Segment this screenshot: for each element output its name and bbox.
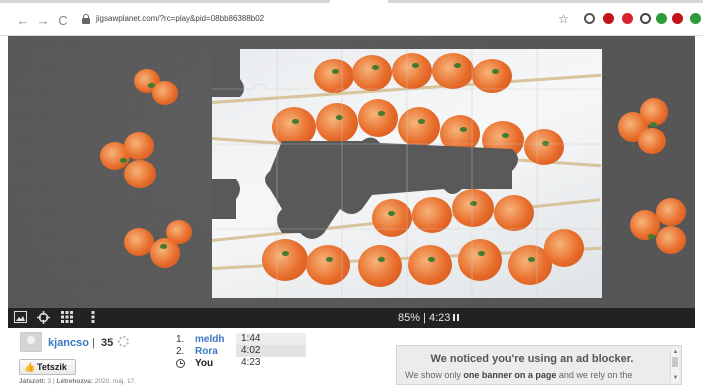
more-icon[interactable] [86,311,100,325]
leaderboard-name[interactable]: Rora [195,346,218,357]
game-toolbar: 85% | 4:23 [8,308,695,328]
notice-body-text-end: and we rely on the [556,370,633,380]
extension-icon[interactable] [640,13,651,24]
leaderboard-name: You [195,358,214,369]
separator: | [92,337,95,349]
scroll-down-icon[interactable]: ▼ [671,375,680,382]
lock-icon [82,14,90,24]
created-value: 2020. máj. 17. [94,378,136,385]
puzzle-piece[interactable] [128,63,184,113]
leaderboard-time: 4:02 [236,345,306,357]
extension-icon[interactable] [622,13,633,24]
puzzle-piece[interactable] [626,194,692,258]
leaderboard-rank: 1. [176,334,185,345]
extension-icon[interactable] [656,13,667,24]
extension-icon[interactable] [690,13,701,24]
adblock-notice: We noticed you're using an ad blocker. W… [396,345,682,385]
leaderboard-name[interactable]: meldh [195,334,224,345]
tab-strip [0,0,703,4]
address-bar[interactable]: jigsawplanet.com/?rc=play&pid=08bb86388b… [80,11,550,31]
notice-body-bold: one banner on a page [463,370,557,380]
puzzle-piece[interactable] [120,218,196,278]
progress-timer: 85% | 4:23 [398,312,460,324]
puzzle-piece[interactable] [614,92,674,158]
played-value: 3 [47,378,52,385]
played-label: Játszott: [19,378,46,385]
gear-icon [118,336,129,347]
tab-active-indicator [0,0,330,3]
notice-scrollbar[interactable]: ▲ ▼ [670,349,679,382]
puzzle-image[interactable] [212,49,602,298]
url-text: jigsawplanet.com/?rc=play&pid=08bb86388b… [96,14,265,23]
extension-icon[interactable] [584,13,595,24]
leaderboard-time: 4:23 [241,357,261,368]
grid-icon[interactable] [60,311,74,325]
browser-toolbar: ← → C jigsawplanet.com/?rc=play&pid=08bb… [0,0,703,36]
leaderboard-time: 1:44 [236,333,306,345]
forward-button[interactable]: → [36,14,50,28]
notice-title: We noticed you're using an ad blocker. [430,353,634,365]
image-icon[interactable] [13,311,27,325]
scroll-up-icon[interactable]: ▲ [671,349,680,356]
missing-pieces-area [212,49,602,298]
progress-text: 85% | 4:23 [398,312,451,324]
avatar[interactable] [20,332,42,352]
extension-icon[interactable] [603,13,614,24]
tab-inactive-indicator [388,0,703,3]
reload-button[interactable]: C [56,14,70,28]
puzzle-board[interactable] [8,36,695,308]
created-label: Létrehozva: [56,378,93,385]
puzzle-meta: Játszott: 3 | Létrehozva: 2020. máj. 17. [19,378,136,385]
like-label: Tetszik [37,362,67,372]
leaderboard-rank: 2. [176,346,185,357]
scrollbar-thumb[interactable] [672,357,678,367]
user-score: 35 [101,337,114,349]
pause-icon[interactable] [453,314,460,321]
back-button[interactable]: ← [16,14,30,28]
thumbs-up-icon: 👍 [24,362,36,372]
bookmark-star-icon[interactable]: ☆ [558,12,569,26]
extension-icon[interactable] [672,13,683,24]
username-link[interactable]: kjancso [48,337,89,349]
puzzle-piece[interactable] [96,128,168,194]
notice-body: We show only one banner on a page and we… [405,370,667,380]
clock-icon [176,359,185,368]
like-button[interactable]: 👍 Tetszik [19,359,76,375]
crosshair-icon[interactable] [36,311,50,325]
notice-body-text: We show only [405,370,464,380]
